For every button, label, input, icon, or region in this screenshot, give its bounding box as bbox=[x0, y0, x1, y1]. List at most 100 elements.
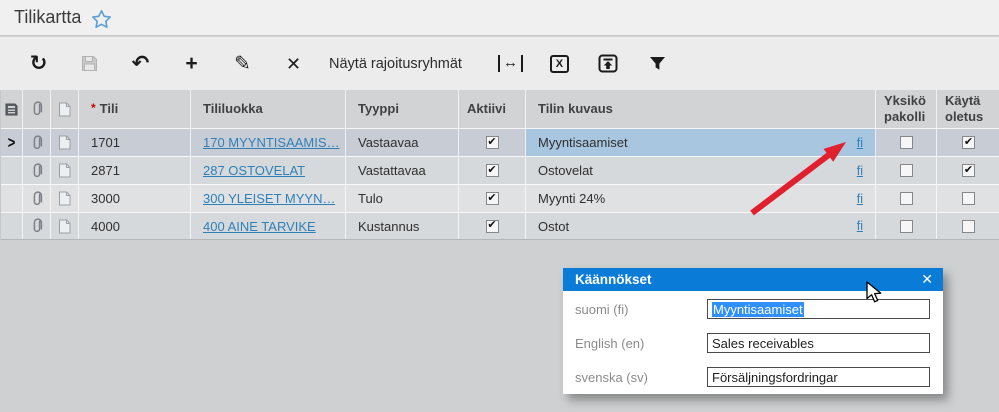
add-icon: + bbox=[185, 52, 198, 75]
header-batch-save bbox=[1, 90, 23, 128]
label-suomi-fi: suomi (fi) bbox=[575, 301, 629, 317]
column-header-kayta-oletus[interactable]: Käytä oletus bbox=[937, 90, 999, 128]
refresh-button[interactable]: ↻ bbox=[13, 44, 64, 84]
accounts-table: * Tili Tililuokka Tyyppi Aktiivi Tilin k… bbox=[0, 90, 999, 240]
check-icon: ✔ bbox=[487, 135, 497, 148]
check-icon: ✔ bbox=[487, 163, 497, 176]
edit-row-button[interactable]: ✎ bbox=[217, 44, 268, 84]
app-window: Tilikartta ↻ ↶ + ✎ ✕ Näytä rajoitusryhmä… bbox=[0, 0, 999, 412]
account-class-link[interactable]: 400 AINE TARVIKE bbox=[203, 219, 316, 234]
paperclip-icon bbox=[31, 101, 43, 117]
table-row[interactable]: 3000 300 YLEISET MYYN… Tulo ✔ Myynti 24%… bbox=[1, 184, 999, 212]
save-icon bbox=[81, 55, 98, 72]
column-header-tilin-kuvaus[interactable]: Tilin kuvaus bbox=[526, 90, 876, 128]
dialog-title: Käännökset bbox=[575, 272, 652, 287]
table-row[interactable]: 2871 287 OSTOVELAT Vastattavaa ✔ Ostovel… bbox=[1, 156, 999, 184]
column-header-yksikko-pakollinen[interactable]: Yksikö pakolli bbox=[876, 90, 937, 128]
input-suomi-fi[interactable]: Myyntisaamiset bbox=[707, 299, 930, 319]
table-row[interactable]: > 1701 170 MYYNTISAAMIS… Vastaavaa ✔ Myy… bbox=[1, 128, 999, 156]
page-title: Tilikartta bbox=[14, 7, 82, 27]
document-icon bbox=[58, 102, 71, 117]
checkbox-aktiivi[interactable]: ✔ bbox=[485, 191, 499, 205]
document-icon[interactable] bbox=[58, 219, 71, 234]
input-english-en[interactable] bbox=[707, 333, 930, 353]
title-bar: Tilikartta bbox=[0, 0, 999, 36]
translation-link-fi[interactable]: fi bbox=[857, 136, 863, 150]
input-svenska-sv[interactable] bbox=[707, 367, 930, 387]
cell-tili: 1701 bbox=[79, 129, 191, 156]
checkbox-kayta-oletus[interactable]: ✔ bbox=[962, 219, 975, 233]
selected-text: Myyntisaamiset bbox=[712, 301, 804, 317]
table-row[interactable]: 4000 400 AINE TARVIKE Kustannus ✔ Ostot … bbox=[1, 212, 999, 240]
cell-tyyppi: Tulo bbox=[346, 185, 459, 212]
document-icon[interactable] bbox=[58, 191, 71, 206]
save-button[interactable] bbox=[64, 44, 115, 84]
show-restriction-groups-button[interactable]: Näytä rajoitusryhmät bbox=[319, 44, 472, 84]
upload-button[interactable] bbox=[584, 44, 633, 84]
filter-button[interactable] bbox=[633, 44, 682, 84]
close-icon[interactable]: ✕ bbox=[921, 271, 933, 288]
column-header-aktiivi[interactable]: Aktiivi bbox=[459, 90, 526, 128]
refresh-icon: ↻ bbox=[29, 52, 48, 75]
translation-link-fi[interactable]: fi bbox=[857, 192, 863, 206]
account-class-link[interactable]: 300 YLEISET MYYN… bbox=[203, 191, 335, 206]
cell-tili: 4000 bbox=[79, 213, 191, 239]
delete-row-button[interactable]: ✕ bbox=[268, 44, 319, 84]
column-header-tili[interactable]: * Tili bbox=[79, 90, 191, 128]
required-marker: * bbox=[91, 101, 96, 116]
cell-tyyppi: Vastaavaa bbox=[346, 129, 459, 156]
translation-link-fi[interactable]: fi bbox=[857, 219, 863, 233]
filter-icon bbox=[649, 56, 666, 71]
checkbox-yksikko-pakollinen[interactable]: ✔ bbox=[899, 192, 913, 205]
cell-tilin-kuvaus: Ostot bbox=[538, 218, 570, 234]
column-header-tyyppi[interactable]: Tyyppi bbox=[346, 90, 459, 128]
checkbox-aktiivi[interactable]: ✔ bbox=[485, 219, 499, 233]
checkbox-yksikko-pakollinen[interactable]: ✔ bbox=[899, 219, 913, 233]
checkbox-kayta-oletus[interactable]: ✔ bbox=[962, 136, 975, 149]
excel-export-button[interactable]: X bbox=[535, 44, 584, 84]
toolbar: ↻ ↶ + ✎ ✕ Näytä rajoitusryhmät ↔ X bbox=[0, 37, 999, 90]
undo-button[interactable]: ↶ bbox=[115, 44, 166, 84]
checkbox-kayta-oletus[interactable]: ✔ bbox=[962, 164, 975, 177]
check-icon: ✔ bbox=[487, 191, 497, 204]
checkbox-aktiivi[interactable]: ✔ bbox=[485, 135, 499, 149]
label-english-en: English (en) bbox=[575, 335, 645, 351]
undo-icon: ↶ bbox=[131, 52, 150, 75]
document-icon[interactable] bbox=[58, 163, 71, 178]
dialog-title-bar[interactable]: Käännökset ✕ bbox=[563, 268, 943, 291]
check-icon: ✔ bbox=[963, 163, 974, 176]
cell-tili: 3000 bbox=[79, 185, 191, 212]
translation-link-fi[interactable]: fi bbox=[857, 164, 863, 178]
excel-export-icon: X bbox=[549, 54, 569, 73]
cell-tyyppi: Vastattavaa bbox=[346, 157, 459, 184]
checkbox-yksikko-pakollinen[interactable]: ✔ bbox=[899, 164, 913, 177]
cell-tilin-kuvaus: Myynti 24% bbox=[538, 191, 606, 206]
add-row-button[interactable]: + bbox=[166, 44, 217, 84]
column-header-tililuokka[interactable]: Tililuokka bbox=[191, 90, 346, 128]
checkbox-yksikko-pakollinen[interactable]: ✔ bbox=[899, 136, 913, 149]
translations-dialog: Käännökset ✕ suomi (fi) Myyntisaamiset E… bbox=[563, 268, 943, 394]
header-notes bbox=[51, 90, 79, 128]
cell-tilin-kuvaus: Myyntisaamiset bbox=[538, 135, 628, 150]
check-icon: ✔ bbox=[963, 135, 974, 148]
account-class-link[interactable]: 170 MYYNTISAAMIS… bbox=[203, 135, 340, 150]
checkbox-aktiivi[interactable]: ✔ bbox=[485, 163, 499, 177]
checkbox-kayta-oletus[interactable]: ✔ bbox=[962, 192, 975, 205]
paperclip-icon[interactable] bbox=[31, 218, 43, 234]
delete-icon: ✕ bbox=[285, 53, 302, 74]
batch-save-icon bbox=[5, 103, 18, 116]
paperclip-icon[interactable] bbox=[31, 162, 43, 179]
table-header: * Tili Tililuokka Tyyppi Aktiivi Tilin k… bbox=[1, 90, 999, 128]
favorite-star-icon[interactable] bbox=[91, 9, 112, 29]
current-row-marker-icon: > bbox=[7, 133, 16, 152]
fit-column-width-button[interactable]: ↔ bbox=[486, 44, 535, 84]
document-icon[interactable] bbox=[58, 135, 71, 150]
check-icon: ✔ bbox=[487, 219, 497, 231]
upload-icon bbox=[598, 54, 618, 73]
account-class-link[interactable]: 287 OSTOVELAT bbox=[203, 163, 305, 178]
fit-width-icon: ↔ bbox=[497, 55, 523, 72]
cell-tili: 2871 bbox=[79, 157, 191, 184]
paperclip-icon[interactable] bbox=[31, 190, 43, 207]
edit-icon: ✎ bbox=[234, 52, 251, 75]
paperclip-icon[interactable] bbox=[31, 134, 43, 151]
